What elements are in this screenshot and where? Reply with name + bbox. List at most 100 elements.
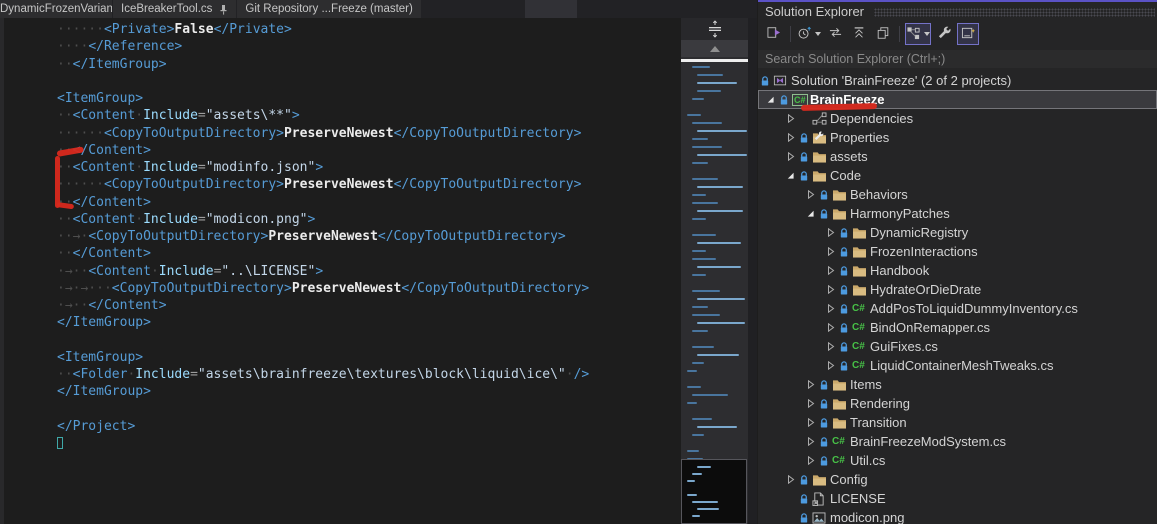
code-line: ····</Reference> [57, 38, 681, 55]
tree-item-config[interactable]: Config [758, 470, 1157, 489]
lock-icon [839, 303, 852, 315]
code-text[interactable]: ······<Private>False</Private>····</Refe… [0, 18, 681, 452]
properties-button[interactable] [933, 23, 955, 45]
tree-item-handbook[interactable]: Handbook [758, 261, 1157, 280]
tree-item-harmonypatches[interactable]: HarmonyPatches [758, 204, 1157, 223]
expander-closed-icon[interactable] [806, 190, 819, 199]
preview-selected-items-button[interactable] [957, 23, 979, 45]
expander-open-icon[interactable] [786, 171, 799, 180]
dropdown-caret-icon[interactable] [924, 32, 930, 36]
expander-closed-icon[interactable] [826, 304, 839, 313]
tree-item-transition[interactable]: Transition [758, 413, 1157, 432]
expander-closed-icon[interactable] [826, 342, 839, 351]
folder-icon [852, 245, 870, 258]
dependencies-icon [812, 112, 830, 125]
project-icon: C# [792, 94, 810, 106]
tree-item-code[interactable]: Code [758, 166, 1157, 185]
sync-with-active-document-button[interactable] [824, 23, 846, 45]
switch-views-button[interactable] [763, 23, 785, 45]
lock-icon [799, 132, 812, 144]
code-line: </Project> [57, 418, 681, 435]
tree-item-frozeninteractions[interactable]: FrozenInteractions [758, 242, 1157, 261]
code-line: ··<Content·Include="assets\**"> [57, 107, 681, 124]
tab-git-repository-freeze-master[interactable]: Git Repository ...Freeze (master) [237, 0, 420, 18]
expander-closed-icon[interactable] [786, 152, 799, 161]
copy-button[interactable] [872, 23, 894, 45]
tree-item-license[interactable]: LICENSE [758, 489, 1157, 508]
tree-item-items[interactable]: Items [758, 375, 1157, 394]
tab-dynamicfrozenvariant-cs[interactable]: DynamicFrozenVariant.cs [0, 0, 112, 18]
tree-item-label: Items [850, 377, 882, 392]
tree-item-hydrateordiedrate[interactable]: HydrateOrDieDrate [758, 280, 1157, 299]
filter-solution-explorer-button[interactable] [905, 23, 931, 45]
panel-title-bar[interactable]: Solution Explorer [758, 2, 1157, 20]
expander-closed-icon[interactable] [806, 380, 819, 389]
minimap-scrollbar[interactable] [681, 18, 748, 524]
expander-closed-icon[interactable] [806, 456, 819, 465]
tree-item-label: Config [830, 472, 868, 487]
scrollbar-track[interactable] [748, 18, 757, 524]
editor-splitter-handle[interactable] [681, 18, 748, 40]
sync-with-active-document-icon [828, 26, 843, 42]
expander-closed-icon[interactable] [826, 247, 839, 256]
code-line: ··</Content> [57, 142, 681, 159]
expander-closed-icon[interactable] [826, 266, 839, 275]
tree-item-rendering[interactable]: Rendering [758, 394, 1157, 413]
minimap-viewport[interactable] [681, 459, 747, 524]
tree-item-modicon-png[interactable]: modicon.png [758, 508, 1157, 524]
csharp-icon: C# [832, 436, 850, 447]
expander-closed-icon[interactable] [826, 285, 839, 294]
expander-closed-icon[interactable] [826, 361, 839, 370]
tree-item-solution-brainfreeze-2-of-2-projects[interactable]: Solution 'BrainFreeze' (2 of 2 projects) [758, 71, 1157, 90]
tree-item-util-cs[interactable]: C#Util.cs [758, 451, 1157, 470]
up-arrow-icon [710, 46, 720, 52]
expander-closed-icon[interactable] [806, 399, 819, 408]
code-line [57, 435, 681, 452]
expander-closed-icon[interactable] [786, 475, 799, 484]
red-bracket-annotation-vertical [55, 156, 60, 208]
tree-item-brainfreezemodsystem-cs[interactable]: C#BrainFreezeModSystem.cs [758, 432, 1157, 451]
expander-closed-icon[interactable] [806, 418, 819, 427]
scrollbar-up-button[interactable] [681, 40, 748, 57]
collapse-all-icon [852, 26, 866, 42]
expander-closed-icon[interactable] [786, 133, 799, 142]
copy-icon [876, 26, 890, 43]
folder-icon [812, 169, 830, 182]
tree-item-liquidcontainermeshtweaks-cs[interactable]: C#LiquidContainerMeshTweaks.cs [758, 356, 1157, 375]
tree-item-bindonremapper-cs[interactable]: C#BindOnRemapper.cs [758, 318, 1157, 337]
expander-closed-icon[interactable] [786, 114, 799, 123]
expander-closed-icon[interactable] [826, 323, 839, 332]
expander-closed-icon[interactable] [806, 437, 819, 446]
expander-open-icon[interactable] [766, 95, 779, 104]
folder-icon [832, 188, 850, 201]
code-line: ······<CopyToOutputDirectory>PreserveNew… [57, 125, 681, 142]
tree-item-guifixes-cs[interactable]: C#GuiFixes.cs [758, 337, 1157, 356]
expander-open-icon[interactable] [806, 209, 819, 218]
tree-item-label: modicon.png [830, 510, 904, 524]
lock-icon [799, 512, 812, 524]
dropdown-caret-icon[interactable] [815, 32, 821, 36]
csharp-icon: C# [852, 303, 870, 314]
pending-changes-filter-button[interactable] [796, 23, 822, 45]
pin-icon[interactable] [219, 4, 228, 15]
tree-item-addpostoliquiddummyinventory-cs[interactable]: C#AddPosToLiquidDummyInventory.cs [758, 299, 1157, 318]
lock-icon [839, 360, 852, 372]
expander-closed-icon[interactable] [826, 228, 839, 237]
tree-item-behaviors[interactable]: Behaviors [758, 185, 1157, 204]
search-input[interactable]: Search Solution Explorer (Ctrl+;) [758, 50, 1157, 68]
tree-item-label: Code [830, 168, 861, 183]
tree-item-dependencies[interactable]: Dependencies [758, 109, 1157, 128]
preview-selected-items-icon [961, 26, 976, 43]
tree-item-properties[interactable]: Properties [758, 128, 1157, 147]
collapse-all-button[interactable] [848, 23, 870, 45]
code-line: </ItemGroup> [57, 383, 681, 400]
text-cursor [57, 437, 63, 449]
csharp-icon: C# [832, 455, 850, 466]
tree-item-dynamicregistry[interactable]: DynamicRegistry [758, 223, 1157, 242]
solution-icon [773, 74, 791, 87]
code-line: ··</ItemGroup> [57, 56, 681, 73]
code-editor[interactable]: ······<Private>False</Private>····</Refe… [0, 18, 757, 524]
folder-icon [852, 264, 870, 277]
tree-item-assets[interactable]: assets [758, 147, 1157, 166]
tab-icebreakertool-cs[interactable]: IceBreakerTool.cs [113, 0, 236, 18]
